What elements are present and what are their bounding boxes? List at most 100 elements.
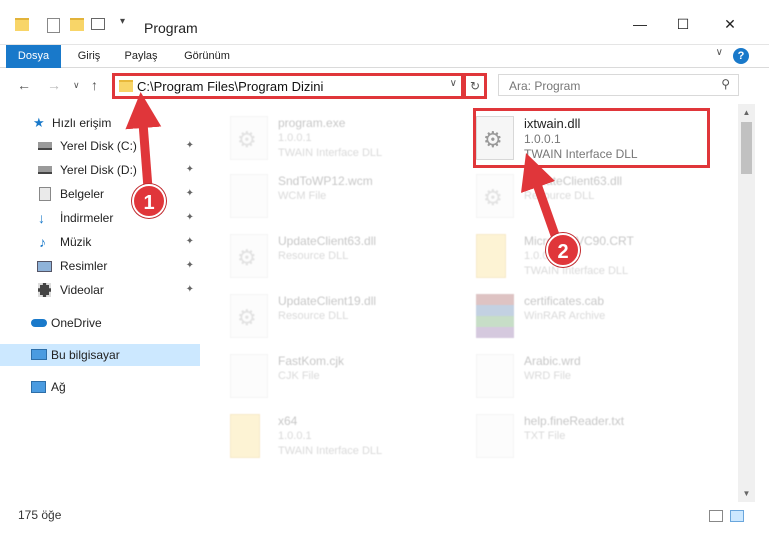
sidebar-item-network[interactable]: Ağ xyxy=(0,376,200,398)
file-item[interactable]: UpdateClient63.dll Resource DLL xyxy=(476,170,716,226)
search-input[interactable]: Ara: Program ⚲ xyxy=(498,74,739,96)
sidebar-item-downloads[interactable]: ↓ İndirmeler ✦ xyxy=(0,207,200,229)
file-item[interactable]: SndToWP12.wcm WCM File xyxy=(230,170,470,226)
file-item[interactable]: Microsoft.VC90.CRT 1.0.0.1 TWAIN Interfa… xyxy=(476,230,716,286)
file-name: UpdateClient19.dll xyxy=(278,294,377,308)
tab-share[interactable]: Paylaş xyxy=(118,45,164,68)
status-bar: 175 öğe xyxy=(0,502,769,535)
file-name: UpdateClient63.dll xyxy=(524,174,623,188)
address-path[interactable]: C:\Program Files\Program Dizini xyxy=(137,79,323,94)
dll-icon xyxy=(230,234,268,278)
large-icons-view-icon[interactable] xyxy=(730,510,744,522)
video-icon xyxy=(38,283,51,297)
pin-icon[interactable]: ✦ xyxy=(186,159,194,181)
dll-icon xyxy=(230,294,268,338)
file-type: WinRAR Archive xyxy=(524,310,606,322)
forward-button[interactable]: → xyxy=(47,77,61,93)
sidebar-item-label: Müzik xyxy=(60,235,92,249)
file-item[interactable]: UpdateClient63.dll Resource DLL xyxy=(230,230,470,286)
pin-icon[interactable]: ✦ xyxy=(186,135,194,157)
scroll-up-icon[interactable]: ▲ xyxy=(738,104,755,121)
tab-view[interactable]: Görünüm xyxy=(175,45,239,68)
back-button[interactable]: ← xyxy=(17,77,31,93)
customize-toolbar-icon[interactable]: ▾ xyxy=(120,16,125,27)
music-icon: ♪ xyxy=(39,234,46,250)
recent-locations-button[interactable]: ∨ xyxy=(73,80,80,91)
file-item[interactable]: Arabic.wrd WRD File xyxy=(476,350,716,406)
sidebar-item-label: Bu bilgisayar xyxy=(51,348,120,362)
chevron-down-icon[interactable]: ∨ xyxy=(716,47,723,58)
file-icon xyxy=(230,354,268,398)
file-type: Resource DLL xyxy=(278,310,349,322)
file-item[interactable]: x64 1.0.0.1 TWAIN Interface DLL xyxy=(230,410,470,466)
highlight-box xyxy=(473,108,710,168)
documents-icon xyxy=(39,187,51,201)
details-view-icon[interactable] xyxy=(709,510,723,522)
chevron-down-icon[interactable]: ∨ xyxy=(450,78,457,89)
step-badge-1: 1 xyxy=(132,184,166,218)
sidebar-item-pictures[interactable]: Resimler ✦ xyxy=(0,255,200,277)
minimize-button[interactable]: — xyxy=(625,14,655,34)
download-icon: ↓ xyxy=(38,210,45,226)
maximize-button[interactable]: ☐ xyxy=(668,14,698,34)
pin-icon[interactable]: ✦ xyxy=(186,279,194,301)
sidebar-item-onedrive[interactable]: OneDrive xyxy=(0,312,200,334)
sidebar-item-music[interactable]: ♪ Müzik ✦ xyxy=(0,231,200,253)
sidebar-item-label: OneDrive xyxy=(51,316,102,330)
view-options-icon[interactable] xyxy=(91,18,105,30)
sidebar-item-local-disk-d[interactable]: Yerel Disk (D:) ✦ xyxy=(0,159,200,181)
address-bar[interactable]: C:\Program Files\Program Dizini ∨ xyxy=(112,73,464,99)
folder-icon[interactable] xyxy=(15,18,29,31)
folder-icon xyxy=(230,414,260,458)
up-button[interactable]: ↑ xyxy=(91,77,98,93)
tab-home[interactable]: Giriş xyxy=(70,45,108,68)
file-type: TXT File xyxy=(524,430,566,442)
file-item[interactable]: certificates.cab WinRAR Archive xyxy=(476,290,716,346)
close-button[interactable]: ✕ xyxy=(715,14,745,34)
help-icon[interactable]: ? xyxy=(733,48,749,64)
sidebar-item-documents[interactable]: Belgeler ✦ xyxy=(0,183,200,205)
sidebar-item-this-pc[interactable]: Bu bilgisayar xyxy=(0,344,200,366)
file-item[interactable]: program.exe 1.0.0.1 TWAIN Interface DLL xyxy=(230,112,470,168)
sidebar-item-local-disk-c[interactable]: Yerel Disk (C:) ✦ xyxy=(0,135,200,157)
file-type: Resource DLL xyxy=(278,250,349,262)
sidebar-item-label: Yerel Disk (C:) xyxy=(60,139,137,153)
pin-icon[interactable]: ✦ xyxy=(186,183,194,205)
file-icon xyxy=(230,174,268,218)
folder-icon xyxy=(119,80,133,92)
search-icon[interactable]: ⚲ xyxy=(721,77,730,91)
title-bar: ▾ Program — ☐ ✕ xyxy=(0,0,769,45)
file-description: TWAIN Interface DLL xyxy=(278,147,383,159)
file-item[interactable]: UpdateClient19.dll Resource DLL xyxy=(230,290,470,346)
file-name: Arabic.wrd xyxy=(524,354,581,368)
file-name: program.exe xyxy=(278,116,346,130)
properties-icon[interactable] xyxy=(47,18,60,33)
sidebar-item-label: İndirmeler xyxy=(60,211,114,225)
tab-file[interactable]: Dosya xyxy=(6,45,61,68)
refresh-button[interactable]: ↻ xyxy=(463,73,487,99)
file-version: 1.0.0.1 xyxy=(278,132,312,144)
sidebar-item-label: Belgeler xyxy=(60,187,105,201)
pin-icon[interactable]: ✦ xyxy=(186,255,194,277)
file-name: UpdateClient63.dll xyxy=(278,234,377,248)
pin-icon[interactable]: ✦ xyxy=(186,231,194,253)
scroll-down-icon[interactable]: ▼ xyxy=(738,485,755,502)
file-type: Resource DLL xyxy=(524,190,595,202)
sidebar-item-label: Yerel Disk (D:) xyxy=(60,163,137,177)
sidebar-item-videos[interactable]: Videolar ✦ xyxy=(0,279,200,301)
file-item[interactable]: FastKom.cjk CJK File xyxy=(230,350,470,406)
pin-icon[interactable]: ✦ xyxy=(186,207,194,229)
scrollbar-thumb[interactable] xyxy=(741,122,752,174)
vertical-scrollbar[interactable]: ▲ ▼ xyxy=(738,104,755,502)
dll-icon xyxy=(476,174,514,218)
drive-icon xyxy=(38,142,52,150)
star-icon: ★ xyxy=(33,115,45,130)
file-icon xyxy=(476,414,514,458)
file-name: SndToWP12.wcm xyxy=(278,174,373,188)
sidebar-item-quick-access[interactable]: ★ Hızlı erişim xyxy=(0,112,200,134)
new-folder-icon[interactable] xyxy=(70,18,84,31)
computer-icon xyxy=(31,349,47,360)
file-item[interactable]: help.fineReader.txt TXT File xyxy=(476,410,716,466)
sidebar-item-label: Videolar xyxy=(60,283,104,297)
file-type: WRD File xyxy=(524,370,572,382)
